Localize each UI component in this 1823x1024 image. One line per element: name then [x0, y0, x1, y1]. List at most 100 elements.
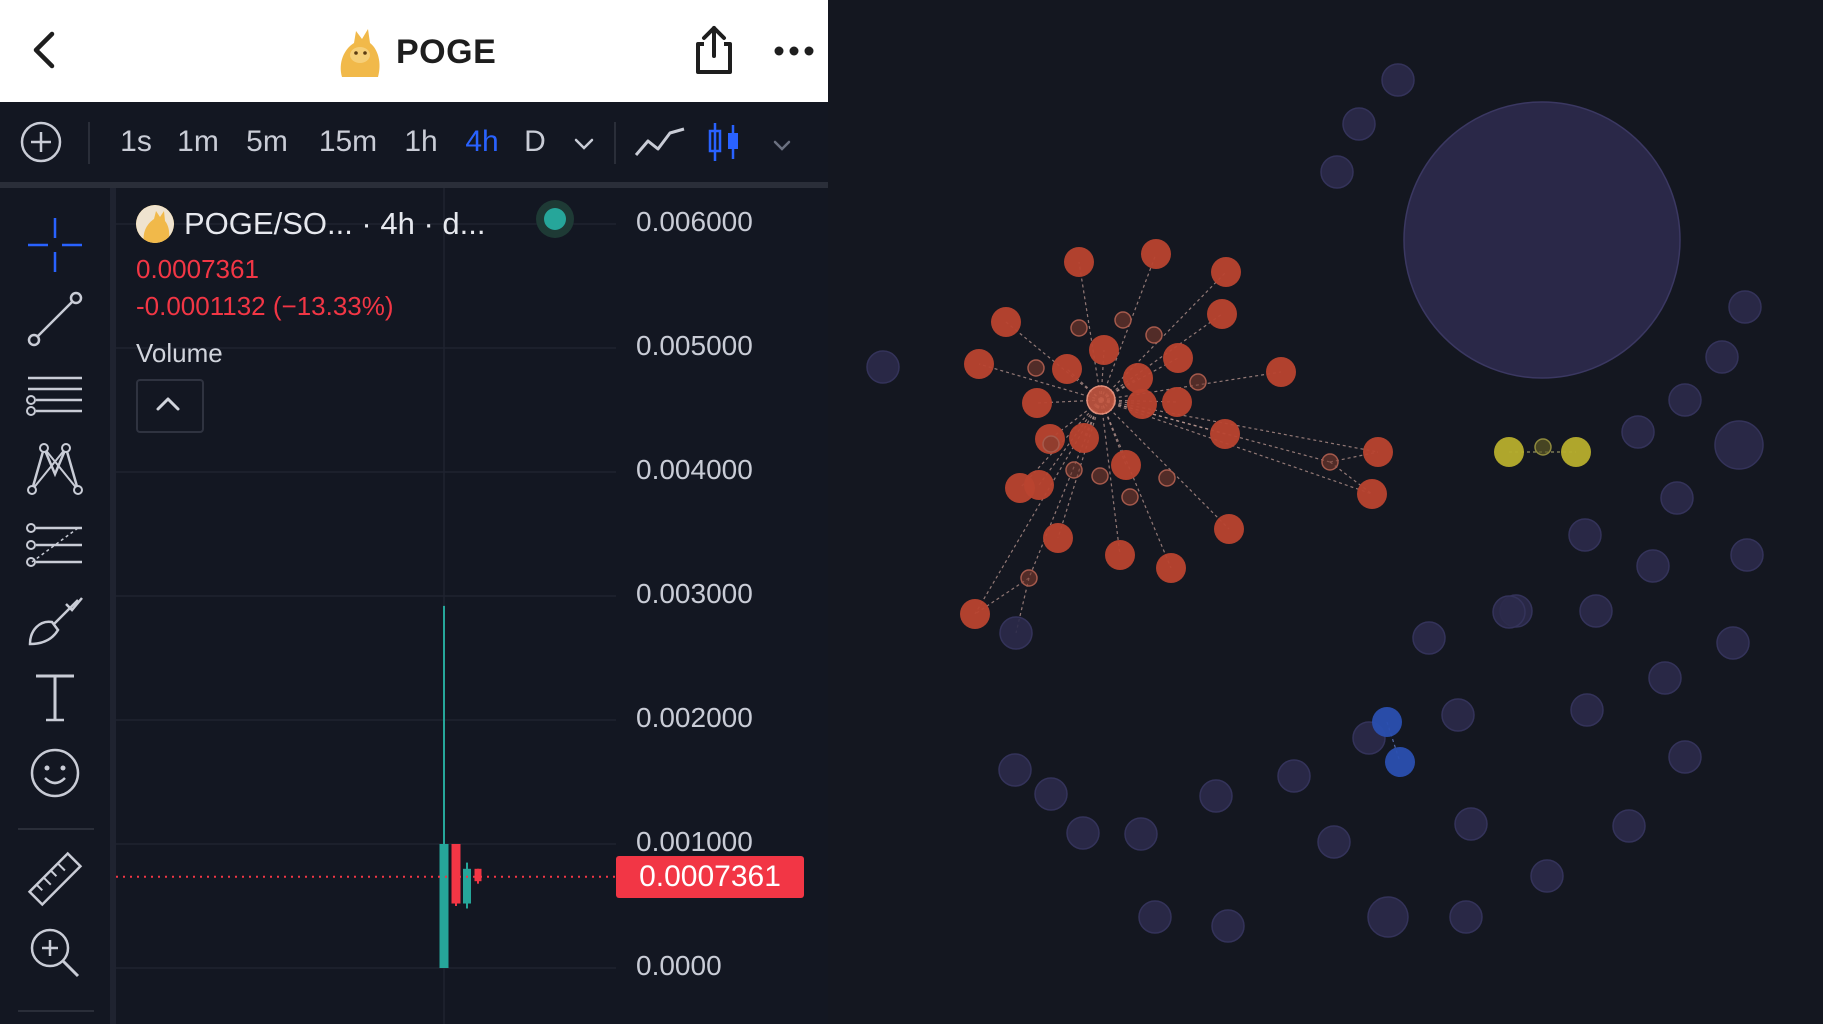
cluster-bubble-red[interactable]: [1162, 387, 1192, 417]
cluster-bubble-red[interactable]: [1111, 450, 1141, 480]
holder-bubble[interactable]: [1579, 594, 1613, 628]
holder-bubble[interactable]: [1728, 290, 1762, 324]
candle-chart-button[interactable]: [704, 102, 744, 182]
cluster-bubble-red[interactable]: [1052, 354, 1082, 384]
zoom-in-tool[interactable]: [24, 922, 86, 984]
cluster-connector[interactable]: [1070, 319, 1088, 337]
trend-line-tool[interactable]: [24, 288, 86, 350]
cluster-bubble-red[interactable]: [1214, 514, 1244, 544]
holder-bubble[interactable]: [1211, 909, 1245, 943]
interval-15m[interactable]: 15m: [312, 102, 384, 182]
cluster-bubble-red[interactable]: [1163, 343, 1193, 373]
cluster-bubble-red[interactable]: [1043, 523, 1073, 553]
cluster-bubble-red[interactable]: [964, 349, 994, 379]
cluster-bubble-red[interactable]: [1064, 247, 1094, 277]
pattern-tool[interactable]: [24, 438, 86, 500]
cluster-connector[interactable]: [1145, 326, 1163, 344]
holder-bubble[interactable]: [1660, 481, 1694, 515]
brush-tool[interactable]: [24, 590, 86, 652]
collapse-legend-button[interactable]: [136, 379, 204, 433]
cluster-bubble-red[interactable]: [1105, 540, 1135, 570]
holder-bubble[interactable]: [1530, 859, 1564, 893]
holder-bubble[interactable]: [1138, 900, 1172, 934]
holder-bubble[interactable]: [1612, 809, 1646, 843]
holder-bubble[interactable]: [1342, 107, 1376, 141]
cluster-connector[interactable]: [1121, 488, 1139, 506]
cluster-bubble-red[interactable]: [1207, 299, 1237, 329]
interval-1s[interactable]: 1s: [110, 102, 162, 182]
cluster-connector[interactable]: [1065, 461, 1083, 479]
large-holder-bubble[interactable]: [1403, 101, 1681, 379]
cluster-connector[interactable]: [1321, 453, 1339, 471]
holder-bubble[interactable]: [1066, 816, 1100, 850]
holder-bubble[interactable]: [866, 350, 900, 384]
chart-type-dropdown[interactable]: [764, 102, 800, 182]
holder-bubble[interactable]: [1730, 538, 1764, 572]
holder-bubble[interactable]: [1716, 626, 1750, 660]
cluster-bubble-yellow[interactable]: [1494, 437, 1524, 467]
holder-bubble[interactable]: [1668, 383, 1702, 417]
cluster-connector[interactable]: [1027, 359, 1045, 377]
price-chart-area[interactable]: POGE/SO... · 4h · d... 0.0007361 -0.0001…: [116, 188, 828, 1024]
line-chart-button[interactable]: [632, 102, 688, 182]
cluster-bubble-red[interactable]: [960, 599, 990, 629]
emoji-tool[interactable]: [24, 742, 86, 804]
interval-d[interactable]: D: [518, 102, 552, 182]
cluster-bubble-red[interactable]: [1357, 479, 1387, 509]
holder-bubble[interactable]: [1381, 63, 1415, 97]
cluster-bubble-red[interactable]: [1210, 419, 1240, 449]
interval-1h[interactable]: 1h: [396, 102, 446, 182]
holder-bubble[interactable]: [1668, 740, 1702, 774]
cluster-bubble-red[interactable]: [1069, 423, 1099, 453]
cluster-connector[interactable]: [1114, 311, 1132, 329]
holder-bubble[interactable]: [1199, 779, 1233, 813]
cluster-bubble-yellow[interactable]: [1561, 437, 1591, 467]
cluster-connector[interactable]: [1189, 373, 1207, 391]
holder-bubble[interactable]: [1705, 340, 1739, 374]
holder-bubble[interactable]: [1277, 759, 1311, 793]
cluster-bubble-red[interactable]: [1127, 389, 1157, 419]
cluster-connector[interactable]: [1042, 435, 1060, 453]
more-options-button[interactable]: [772, 36, 816, 66]
holder-bubble[interactable]: [998, 753, 1032, 787]
cluster-hub[interactable]: [1086, 385, 1116, 415]
holder-bubble[interactable]: [1441, 698, 1475, 732]
holder-bubble[interactable]: [1317, 825, 1351, 859]
cluster-bubble-red[interactable]: [1022, 388, 1052, 418]
cluster-connector[interactable]: [1091, 467, 1109, 485]
back-button[interactable]: [22, 28, 66, 72]
cluster-bubble-red[interactable]: [1123, 363, 1153, 393]
holder-bubble[interactable]: [1570, 693, 1604, 727]
holder-bubble[interactable]: [1568, 518, 1602, 552]
holder-bubble[interactable]: [1320, 155, 1354, 189]
cluster-bubble-blue[interactable]: [1372, 707, 1402, 737]
cluster-bubble-red[interactable]: [1363, 437, 1393, 467]
holder-bubble[interactable]: [1621, 415, 1655, 449]
interval-4h[interactable]: 4h: [458, 102, 506, 182]
holder-bubble[interactable]: [1492, 595, 1526, 629]
crosshair-tool[interactable]: [24, 214, 86, 276]
holder-bubble[interactable]: [1714, 420, 1764, 470]
text-tool[interactable]: [24, 666, 86, 728]
cluster-bubble-red[interactable]: [1266, 357, 1296, 387]
cluster-bubble-red[interactable]: [1211, 257, 1241, 287]
interval-1m[interactable]: 1m: [170, 102, 226, 182]
holder-bubble[interactable]: [1449, 900, 1483, 934]
holder-bubble[interactable]: [1412, 621, 1446, 655]
cluster-connector[interactable]: [1158, 469, 1176, 487]
cluster-connector[interactable]: [1020, 569, 1038, 587]
holder-bubble[interactable]: [1124, 817, 1158, 851]
horizontal-lines-tool[interactable]: [24, 364, 86, 426]
holder-bubble[interactable]: [1454, 807, 1488, 841]
cluster-bubble-red[interactable]: [1005, 473, 1035, 503]
interval-dropdown[interactable]: [566, 102, 602, 182]
holder-bubble[interactable]: [1636, 549, 1670, 583]
add-indicator-button[interactable]: [14, 102, 68, 182]
holder-bubble[interactable]: [1648, 661, 1682, 695]
cluster-connector[interactable]: [1534, 438, 1552, 456]
fib-tool[interactable]: [24, 514, 86, 576]
holder-bubble[interactable]: [999, 616, 1033, 650]
cluster-bubble-red[interactable]: [1089, 335, 1119, 365]
cluster-bubble-red[interactable]: [1141, 239, 1171, 269]
share-button[interactable]: [690, 24, 738, 76]
